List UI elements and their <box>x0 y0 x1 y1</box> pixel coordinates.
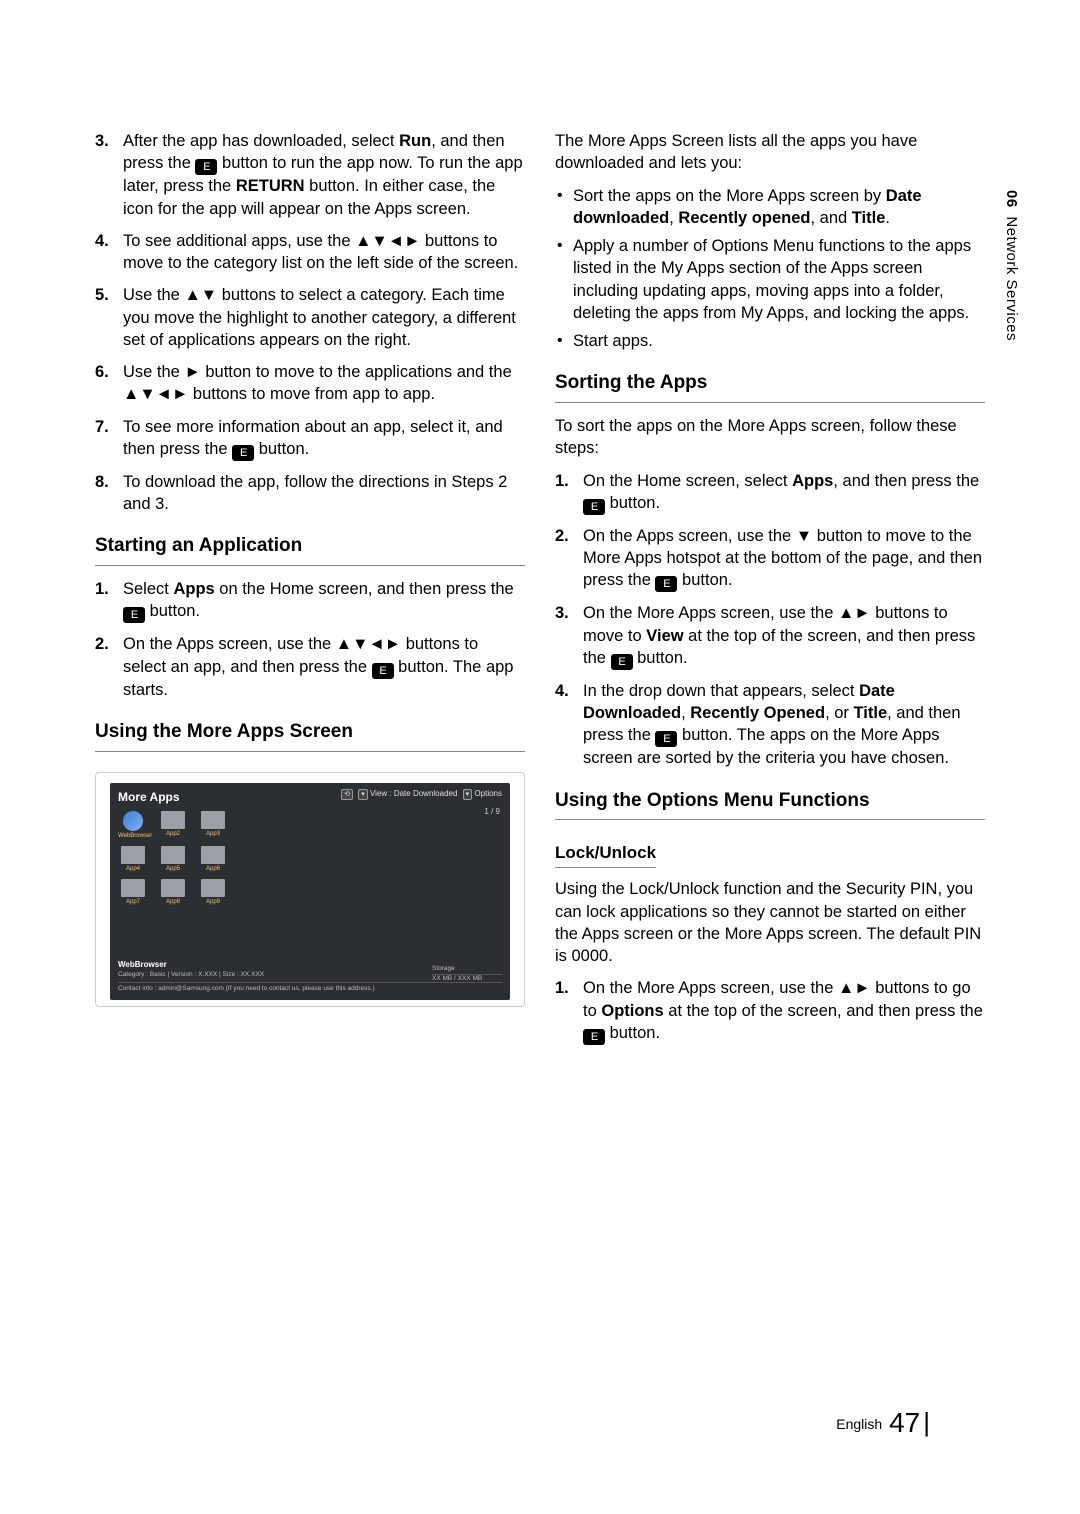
enter-icon <box>583 1029 605 1045</box>
page-footer: English 47| <box>836 1407 930 1439</box>
list-item: 4.To see additional apps, use the ▲▼◄► b… <box>95 230 525 275</box>
list-item: 1.On the Home screen, select Apps, and t… <box>555 470 985 515</box>
enter-icon <box>655 731 677 747</box>
enter-icon <box>655 576 677 592</box>
figure-app-grid: WebBrowser App2 App3 App4 App5 App6 App7… <box>118 811 248 906</box>
list-item: 2.On the Apps screen, use the ▲▼◄► butto… <box>95 633 525 701</box>
app-cell: App7 <box>118 879 148 906</box>
app-cell: WebBrowser <box>118 811 148 840</box>
left-column: 3. After the app has downloaded, select … <box>95 130 525 1055</box>
app-cell: App4 <box>118 846 148 873</box>
list-item: Apply a number of Options Menu functions… <box>555 235 985 324</box>
heading-starting-app: Starting an Application <box>95 533 525 559</box>
heading-more-apps: Using the More Apps Screen <box>95 719 525 745</box>
list-item: 8.To download the app, follow the direct… <box>95 471 525 516</box>
chapter-tab: 06 Network Services <box>1003 190 1020 341</box>
enter-icon <box>611 654 633 670</box>
right-column: The More Apps Screen lists all the apps … <box>555 130 985 1055</box>
list-item: 3.On the More Apps screen, use the ▲► bu… <box>555 602 985 670</box>
list-item: 2.On the Apps screen, use the ▼ button t… <box>555 525 985 593</box>
more-apps-screenshot: More Apps ⟲ ▾ View : Date Downloaded ▾ O… <box>95 772 525 1007</box>
app-cell: App5 <box>158 846 188 873</box>
figure-pager: 1 / 9 <box>484 807 500 818</box>
chapter-title: Network Services <box>1003 216 1020 341</box>
app-cell: App9 <box>198 879 228 906</box>
list-item: 6.Use the ► button to move to the applic… <box>95 361 525 406</box>
list-item: 5.Use the ▲▼ buttons to select a categor… <box>95 284 525 351</box>
lock-paragraph: Using the Lock/Unlock function and the S… <box>555 878 985 967</box>
list-item: 4.In the drop down that appears, select … <box>555 680 985 770</box>
heading-sorting: Sorting the Apps <box>555 370 985 396</box>
page-number: 47 <box>886 1407 923 1438</box>
heading-options-menu: Using the Options Menu Functions <box>555 788 985 814</box>
list-item: 7.To see more information about an app, … <box>95 416 525 461</box>
list-item: 1.On the More Apps screen, use the ▲► bu… <box>555 977 985 1045</box>
app-cell: App6 <box>198 846 228 873</box>
sort-intro: To sort the apps on the More Apps screen… <box>555 415 985 460</box>
list-item: 3. After the app has downloaded, select … <box>95 130 525 220</box>
heading-lock-unlock: Lock/Unlock <box>555 842 656 868</box>
list-item: Sort the apps on the More Apps screen by… <box>555 185 985 230</box>
app-cell: App8 <box>158 879 188 906</box>
figure-footer: Storage XX MB / XXX MB WebBrowser Catego… <box>118 960 502 993</box>
list-item: Start apps. <box>555 330 985 352</box>
page-content: 3. After the app has downloaded, select … <box>95 130 985 1404</box>
more-apps-intro: The More Apps Screen lists all the apps … <box>555 130 985 175</box>
enter-icon <box>123 607 145 623</box>
enter-icon <box>583 499 605 515</box>
enter-icon <box>232 445 254 461</box>
list-item: 1.Select Apps on the Home screen, and th… <box>95 578 525 623</box>
chapter-number: 06 <box>1003 190 1020 212</box>
app-cell: App3 <box>198 811 228 840</box>
enter-icon <box>372 663 394 679</box>
app-cell: App2 <box>158 811 188 840</box>
enter-icon <box>195 159 217 175</box>
figure-toolbar: ⟲ ▾ View : Date Downloaded ▾ Options <box>338 789 502 800</box>
footer-language: English <box>836 1416 882 1432</box>
